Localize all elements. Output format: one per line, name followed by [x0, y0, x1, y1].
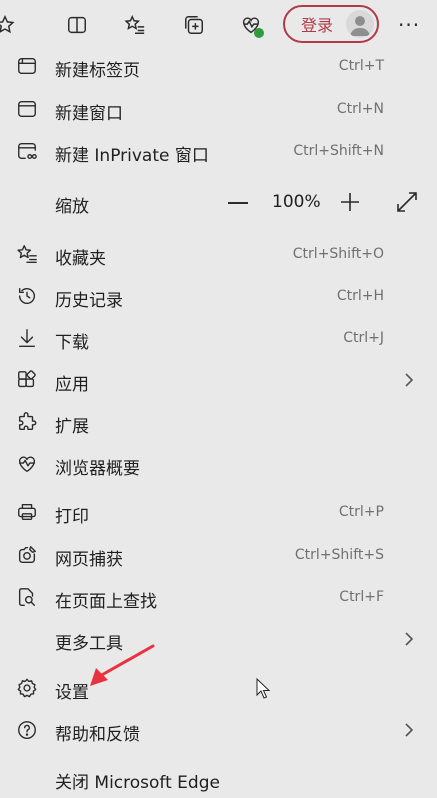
find-on-page-shortcut: Ctrl+F	[339, 589, 384, 605]
close-edge-label: 关闭 Microsoft Edge	[55, 773, 220, 793]
new-inprivate-shortcut: Ctrl+Shift+N	[293, 143, 384, 159]
downloads-shortcut: Ctrl+J	[343, 330, 384, 346]
web-capture-label: 网页捕获	[55, 550, 123, 570]
favorites-shortcut: Ctrl+Shift+O	[292, 246, 384, 262]
favorites-label: 收藏夹	[55, 249, 106, 269]
web-capture-icon	[14, 543, 40, 567]
login-button[interactable]: 登录	[283, 5, 379, 43]
find-on-page-label: 在页面上查找	[55, 592, 157, 612]
zoom-out-button[interactable]	[228, 202, 248, 204]
download-icon	[14, 326, 40, 350]
zoom-label: 缩放	[55, 197, 89, 217]
menu-item-downloads[interactable]: 下载 Ctrl+J	[0, 318, 437, 358]
extensions-puzzle-icon	[14, 410, 40, 434]
mouse-cursor-icon	[256, 678, 270, 699]
favorites-list-icon[interactable]	[120, 10, 150, 40]
avatar	[346, 10, 374, 38]
new-window-icon	[14, 97, 40, 121]
history-label: 历史记录	[55, 291, 123, 311]
more-options-button[interactable]: ···	[398, 13, 420, 37]
new-tab-icon	[14, 54, 40, 78]
fullscreen-icon[interactable]	[397, 192, 419, 214]
downloads-label: 下载	[55, 333, 89, 353]
collections-add-icon[interactable]	[179, 10, 209, 40]
browser-essentials-label: 浏览器概要	[55, 459, 140, 479]
login-label: 登录	[301, 16, 334, 35]
new-tab-shortcut: Ctrl+T	[338, 58, 384, 74]
menu-item-new-tab[interactable]: 新建标签页 Ctrl+T	[0, 46, 437, 86]
new-window-shortcut: Ctrl+N	[336, 101, 384, 117]
browser-essentials-icon	[14, 452, 40, 476]
zoom-in-button[interactable]	[340, 192, 360, 212]
history-icon	[14, 284, 40, 308]
print-label: 打印	[55, 507, 89, 527]
favorite-star-icon[interactable]	[0, 10, 20, 40]
chevron-right-icon	[402, 370, 416, 390]
menu-item-favorites[interactable]: 收藏夹 Ctrl+Shift+O	[0, 234, 437, 274]
gear-icon	[14, 676, 40, 700]
inprivate-window-icon	[14, 139, 40, 163]
help-feedback-label: 帮助和反馈	[55, 725, 140, 745]
history-shortcut: Ctrl+H	[336, 288, 384, 304]
annotation-arrow-icon	[90, 644, 155, 686]
new-inprivate-label: 新建 InPrivate 窗口	[55, 146, 209, 166]
browser-health-icon[interactable]	[236, 10, 266, 40]
chevron-right-icon	[402, 629, 416, 649]
extensions-label: 扩展	[55, 417, 89, 437]
split-screen-icon[interactable]	[62, 10, 92, 40]
print-shortcut: Ctrl+P	[338, 504, 384, 520]
apps-label: 应用	[55, 375, 89, 395]
find-on-page-icon	[14, 585, 40, 609]
new-tab-label: 新建标签页	[55, 61, 140, 81]
menu-item-history[interactable]: 历史记录 Ctrl+H	[0, 276, 437, 316]
web-capture-shortcut: Ctrl+Shift+S	[294, 547, 384, 563]
printer-icon	[14, 500, 40, 524]
menu-item-new-inprivate[interactable]: 新建 InPrivate 窗口 Ctrl+Shift+N	[0, 131, 437, 171]
menu-item-apps[interactable]: 应用	[0, 360, 437, 400]
favorites-icon	[14, 242, 40, 266]
menu-item-help-feedback[interactable]: 帮助和反馈	[0, 710, 437, 750]
menu-item-extensions[interactable]: 扩展	[0, 402, 437, 442]
menu-item-print[interactable]: 打印 Ctrl+P	[0, 492, 437, 532]
menu-item-zoom: 缩放 100%	[0, 182, 437, 222]
health-check-badge	[254, 28, 264, 38]
apps-icon	[14, 368, 40, 392]
new-window-label: 新建窗口	[55, 104, 123, 124]
menu-item-close-edge[interactable]: 关闭 Microsoft Edge	[0, 758, 437, 798]
menu-item-find-on-page[interactable]: 在页面上查找 Ctrl+F	[0, 577, 437, 617]
menu-item-web-capture[interactable]: 网页捕获 Ctrl+Shift+S	[0, 535, 437, 575]
chevron-right-icon	[402, 720, 416, 740]
menu-item-browser-essentials[interactable]: 浏览器概要	[0, 444, 437, 484]
help-icon	[14, 718, 40, 742]
browser-toolbar: 登录 ···	[0, 0, 437, 50]
menu-item-new-window[interactable]: 新建窗口 Ctrl+N	[0, 89, 437, 129]
zoom-value: 100%	[272, 192, 321, 212]
